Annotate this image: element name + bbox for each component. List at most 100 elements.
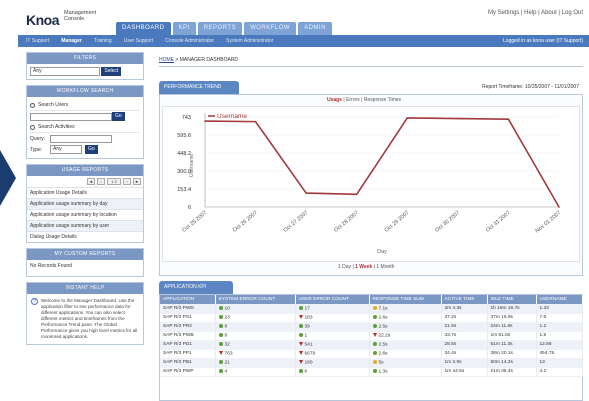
status-dot-icon: [218, 332, 223, 337]
cell-username-value: 13: [539, 360, 545, 365]
pager-prev-button[interactable]: ‹: [97, 178, 105, 185]
cell-user-error-count-value: 6: [304, 369, 308, 375]
filter-select[interactable]: Any: [30, 67, 100, 76]
col-application[interactable]: APPLICATION: [160, 295, 216, 304]
performance-chart: 743 595.6 448.2 300.8 153.4 6 Username Oct 25 2…: [162, 106, 580, 262]
top-links[interactable]: My Settings | Help | About | Log Out: [488, 10, 583, 16]
usage-report-link[interactable]: Dialog Usage Details: [27, 231, 143, 242]
table-row[interactable]: SAP R/3 PWB 8 1 22.2s 43.7s 1m 51.8s 1.5: [160, 331, 583, 341]
search-icon: [30, 102, 35, 108]
usage-report-link[interactable]: Application Usage Details: [27, 187, 143, 198]
data-point: [558, 206, 560, 208]
cell-user-error-count: 183: [295, 313, 370, 323]
type-go-button[interactable]: Go: [85, 145, 98, 154]
period-1week-link[interactable]: 1 Week: [355, 264, 372, 270]
subnav-system-admin[interactable]: System Administrator: [226, 38, 273, 44]
cell-response-time-sum-value: 22.2s: [378, 333, 391, 339]
pager-pages[interactable]: 1 2: [107, 178, 121, 185]
y-tick-label: 743: [182, 115, 191, 121]
tab-dashboard[interactable]: DASHBOARD: [116, 22, 171, 35]
table-row[interactable]: SAP R/3 PB1 21 180 5s 1m 2.9s 50m 14.2s 13: [160, 358, 583, 368]
sidebar: FILTERS Any Select WORKFLOW SEARCH Searc…: [26, 52, 144, 401]
search-users-input[interactable]: [30, 112, 112, 121]
period-1day-link[interactable]: 1 Day |: [338, 264, 355, 270]
search-activities-link[interactable]: Search Activities: [30, 122, 140, 133]
table-row[interactable]: SAP R/3 PWD 10 17 7.1s 2m 4.3s 1h 16m 16.7s 1.…: [160, 304, 583, 314]
status-dot-icon: [372, 368, 377, 373]
cell-application-value: SAP R/3 PWB: [163, 333, 194, 338]
table-row[interactable]: SAP R/3 PS1 23 183 2.6s 37.2s 37m 15.9s 7.6: [160, 313, 583, 323]
cell-application-value: SAP R/3 PB1: [163, 360, 192, 365]
cell-idle-time: 24m 11.8s: [487, 322, 537, 332]
cell-system-error-count-value: 10: [224, 305, 230, 311]
pager-first-button[interactable]: ◄: [87, 178, 95, 185]
table-row[interactable]: SAP R/3 PP1 763 6679 2.6s 34.4s 38m 20.1s 454.…: [160, 349, 583, 359]
select-button[interactable]: Select: [101, 67, 122, 76]
cell-response-time-sum: 2.6s: [369, 349, 442, 359]
pager-next-button[interactable]: ›: [123, 178, 131, 185]
subnav-console-admin[interactable]: Console Administrator: [165, 38, 214, 44]
cell-application: SAP R/3 PR2: [160, 322, 216, 332]
tab-kpi[interactable]: KPI: [172, 22, 196, 35]
down-arrow-status-icon: [298, 350, 303, 355]
x-tick-label: Oct 25 2007: [181, 210, 208, 234]
query-input[interactable]: [50, 134, 112, 143]
usage-report-link[interactable]: Application usage summary by day: [27, 198, 143, 209]
cell-application-value: SAP R/3 PD1: [163, 342, 192, 347]
table-row[interactable]: SAP R/3 PD1 32 541 2.5s 28.5s 51m 11.3s 12.86: [160, 340, 583, 350]
table-row[interactable]: SAP R/3 PR2 8 39 2.5s 21.9s 24m 11.8s 1.2: [160, 322, 583, 332]
col-system-error-count[interactable]: SYSTEM ERROR COUNT: [215, 295, 296, 304]
subnav-it-support[interactable]: IT Support: [26, 38, 49, 44]
col-username[interactable]: USERNAME: [536, 295, 583, 304]
cell-active-time: 21.9s: [441, 322, 488, 332]
status-dot-icon: [372, 350, 377, 355]
tab-application-kpi[interactable]: APPLICATION KPI: [159, 281, 233, 294]
cell-system-error-count: 4: [215, 367, 296, 377]
col-idle-time[interactable]: IDLE TIME: [487, 295, 537, 304]
tab-reports[interactable]: REPORTS: [197, 22, 243, 35]
tab-admin[interactable]: ADMIN: [298, 22, 332, 35]
metric-other-links[interactable]: | Errors | Response Times: [342, 97, 401, 103]
col-active-time[interactable]: ACTIVE TIME: [441, 295, 488, 304]
status-dot-icon: [218, 323, 223, 328]
cell-user-error-count: 17: [295, 304, 370, 314]
cell-response-time-sum-value: 2.6s: [378, 315, 388, 321]
cell-active-time-value: 28.5s: [444, 342, 457, 347]
cell-active-time-value: 34.4s: [444, 351, 457, 356]
usage-reports-panel: USAGE REPORTS ◄ ‹ 1 2 › ► Application Us…: [26, 164, 144, 243]
cell-system-error-count-value: 763: [224, 351, 233, 357]
breadcrumb-home-link[interactable]: HOME: [159, 57, 174, 63]
cell-user-error-count-value: 183: [304, 315, 313, 321]
col-response-time-sum[interactable]: RESPONSE TIME SUM: [369, 295, 442, 304]
usage-report-link[interactable]: Application usage summary by user: [27, 220, 143, 231]
cell-response-time-sum-value: 7.1s: [378, 305, 388, 311]
type-select[interactable]: Any: [50, 145, 82, 154]
cell-username: 13: [536, 358, 583, 368]
cell-user-error-count-value: 180: [304, 360, 313, 366]
cell-response-time-sum: 1.3s: [369, 367, 442, 377]
search-users-go-button[interactable]: Go: [112, 112, 125, 121]
cell-idle-time: 50m 14.2s: [487, 358, 537, 368]
search-users-link[interactable]: Search Users: [30, 100, 140, 111]
subnav-training[interactable]: Training: [94, 38, 112, 44]
logo-subtitle: Management Console: [64, 10, 96, 22]
status-dot-icon: [298, 368, 303, 373]
tab-workflow[interactable]: WORKFLOW: [244, 22, 297, 35]
metric-usage-link[interactable]: Usage: [327, 97, 342, 103]
tab-performance-trend[interactable]: PERFORMANCE TREND: [159, 81, 239, 94]
workflow-search-panel: WORKFLOW SEARCH Search Users Go Search A…: [26, 85, 144, 159]
kpi-table: APPLICATION SYSTEM ERROR COUNT USER ERRO…: [160, 295, 583, 377]
col-user-error-count[interactable]: USER ERROR COUNT: [295, 295, 370, 304]
cell-application: SAP R/3 PWB: [160, 331, 216, 341]
page-root: Knoa Management Console My Settings | He…: [0, 0, 589, 401]
usage-report-link[interactable]: Application usage summary by location: [27, 209, 143, 220]
status-dot-icon: [372, 314, 377, 319]
period-1month-link[interactable]: | 1 Month: [372, 264, 395, 270]
y-axis-label: Username: [189, 154, 195, 177]
pager-last-button[interactable]: ►: [133, 178, 141, 185]
subnav-manager[interactable]: Manager: [61, 38, 82, 44]
subnav-user-support[interactable]: User Support: [124, 38, 153, 44]
table-row[interactable]: SAP R/3 PWP 4 6 1.3s 1m 44.5s 21m 38.4s 4.2: [160, 367, 583, 377]
cell-username: 1.5: [536, 331, 583, 341]
cell-system-error-count: 21: [215, 358, 296, 368]
